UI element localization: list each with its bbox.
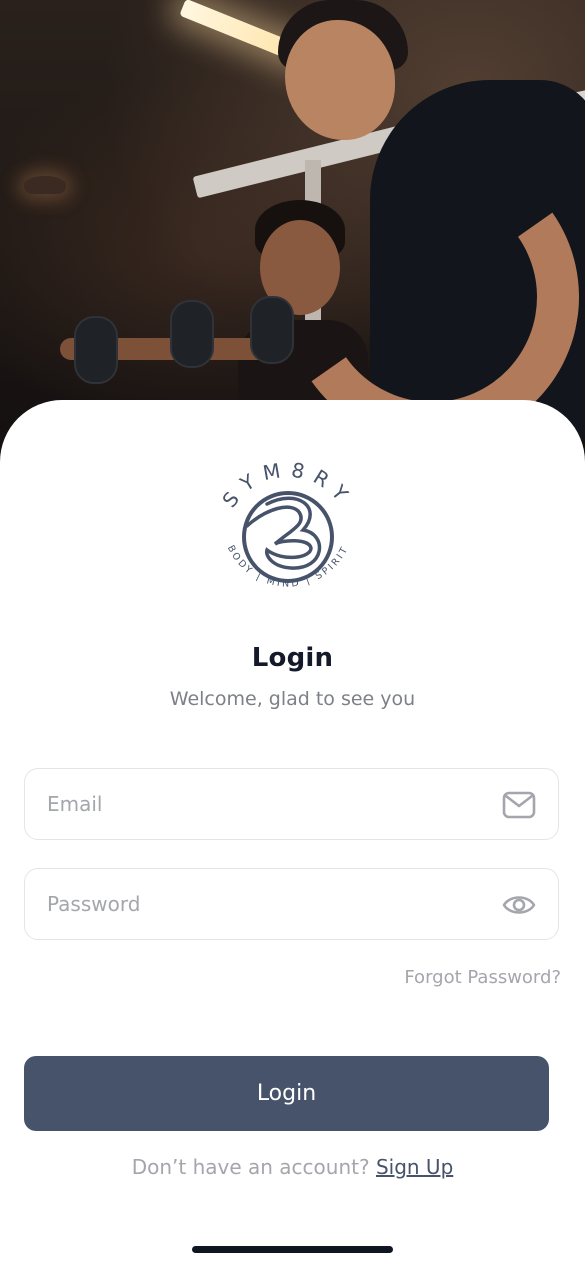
forgot-password-link[interactable]: Forgot Password? <box>404 967 561 988</box>
page-subtitle: Welcome, glad to see you <box>169 688 416 710</box>
login-screen: SYM8RY BODY | MIND | SPIRIT Login Welcom… <box>0 0 585 1266</box>
hero-gym-photo <box>0 0 585 460</box>
svg-text:SYM8RY: SYM8RY <box>217 457 358 512</box>
brand-logo: SYM8RY BODY | MIND | SPIRIT <box>217 457 358 590</box>
dumbbell-left <box>74 316 118 384</box>
logo-ring-text: SYM8RY <box>217 457 349 512</box>
eye-icon[interactable] <box>502 888 536 922</box>
mail-icon <box>502 788 536 822</box>
signup-row: Don’t have an account? Sign Up <box>0 1155 585 1179</box>
email-field[interactable] <box>24 768 559 840</box>
password-field[interactable] <box>24 868 559 940</box>
page-title: Login <box>251 643 334 673</box>
email-input[interactable] <box>47 769 487 839</box>
signup-link[interactable]: Sign Up <box>376 1155 453 1179</box>
dumbbell-center <box>170 300 214 368</box>
trainer-head <box>285 20 395 140</box>
password-input[interactable] <box>47 869 487 939</box>
login-button[interactable]: Login <box>24 1056 549 1131</box>
home-indicator <box>192 1246 393 1253</box>
signup-prompt: Don’t have an account? <box>131 1155 376 1179</box>
hanging-lamp <box>24 176 66 194</box>
